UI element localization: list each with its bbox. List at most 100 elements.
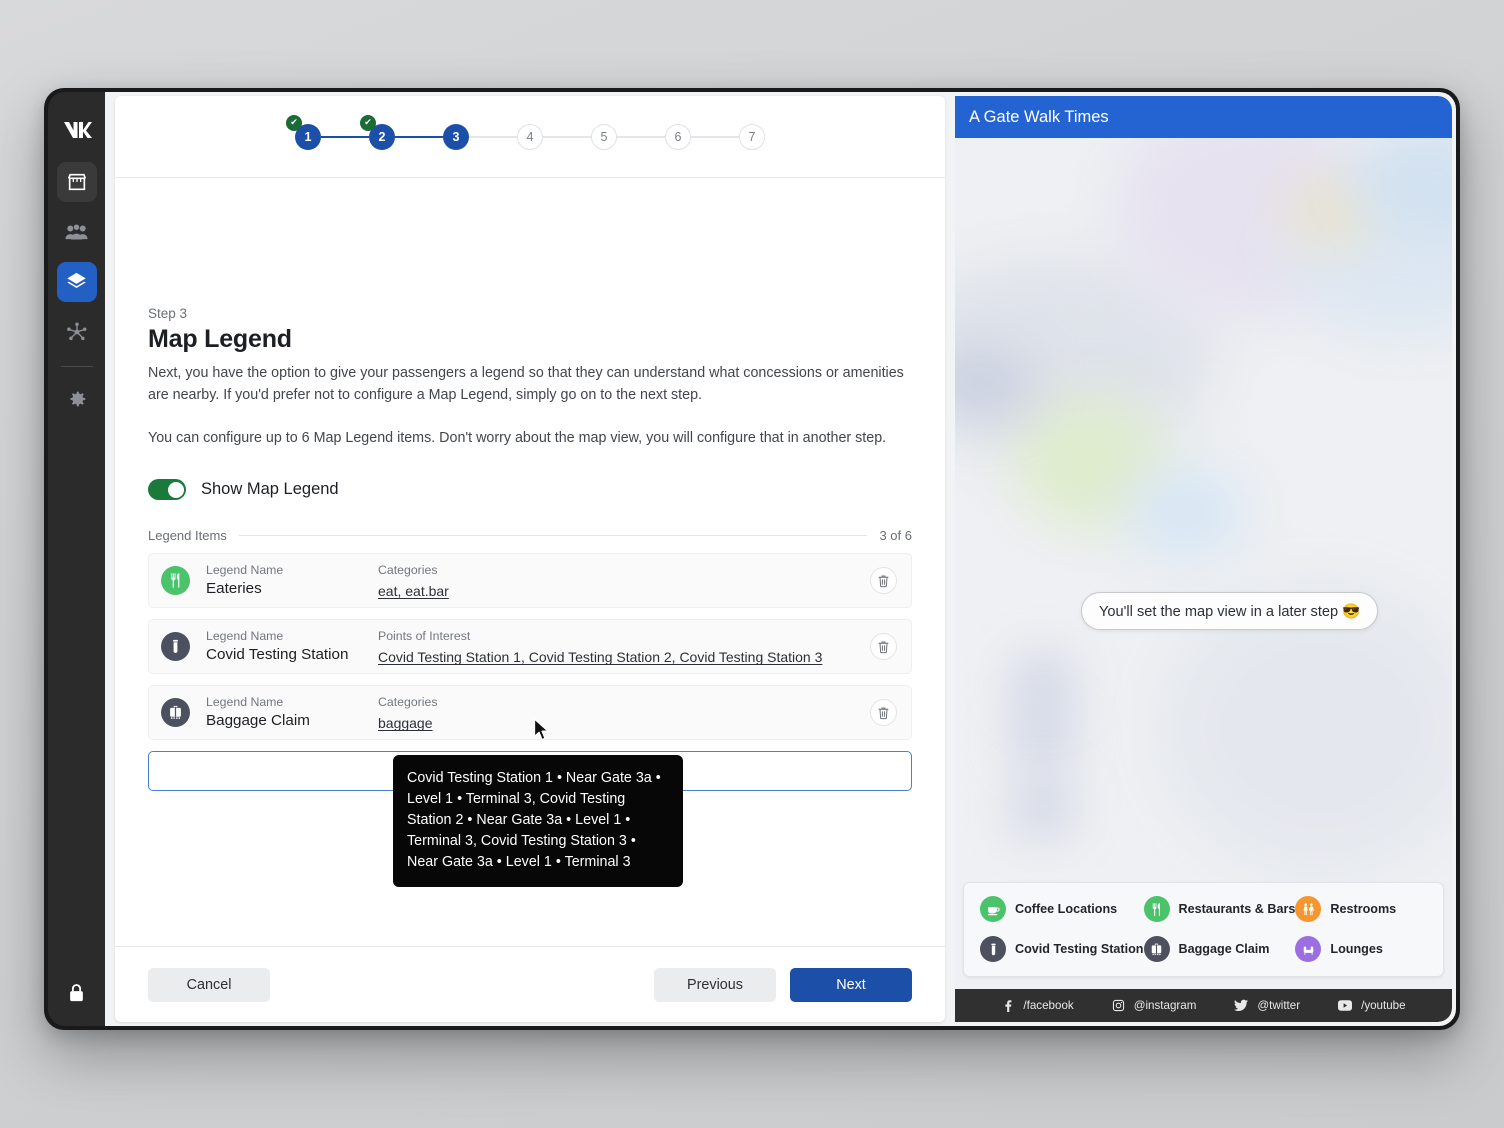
show-map-legend-label: Show Map Legend: [201, 480, 339, 499]
map-preview-panel: A Gate Walk Times You'll set the map vie…: [955, 96, 1452, 1022]
wizard-footer: Cancel Previous Next: [115, 946, 945, 1022]
map-blob: [1015, 713, 1070, 763]
legend-value-link[interactable]: Covid Testing Station 1, Covid Testing S…: [378, 649, 870, 665]
delete-legend-item-button[interactable]: [870, 699, 897, 727]
map-legend-item-label: Lounges: [1330, 942, 1383, 956]
wizard-form-panel: 1 ✔ 2 ✔ 3 4 5 6 7 Step 3 Map Legend Next, you ha…: [115, 96, 945, 1022]
legend-name-column: Legend Name Eateries: [206, 562, 378, 599]
step-connector: [395, 135, 443, 138]
coffee-cup-icon: [980, 896, 1006, 922]
map-legend-item: Lounges: [1295, 936, 1427, 962]
step-complete-check-icon: ✔: [360, 114, 376, 131]
laptop-device-frame: 1 ✔ 2 ✔ 3 4 5 6 7 Step 3 Map Legend Next, you ha…: [44, 88, 1460, 1030]
legend-value-column: Points of Interest Covid Testing Station…: [378, 628, 870, 666]
step-connector: [691, 135, 739, 138]
social-link[interactable]: @instagram: [1112, 999, 1197, 1012]
map-blob: [1015, 658, 1070, 708]
map-view-hint-bubble: You'll set the map view in a later step …: [1081, 592, 1379, 630]
social-link-label: /facebook: [1023, 999, 1074, 1012]
step-5[interactable]: 5: [591, 123, 617, 150]
step-bubble: 7: [739, 123, 765, 150]
map-legend-item-label: Covid Testing Station: [1015, 942, 1144, 956]
app-sidebar-rail: [48, 92, 105, 1026]
legend-items-list: Legend Name Eateries Categories eat, eat…: [148, 553, 912, 741]
legend-name-column: Legend Name Baggage Claim: [206, 694, 378, 731]
map-legend-item: Restaurants & Bars: [1143, 896, 1295, 922]
legend-value-link[interactable]: baggage: [378, 715, 870, 731]
map-legend-item-label: Baggage Claim: [1178, 942, 1270, 956]
next-button[interactable]: Next: [790, 967, 912, 1002]
legend-value-link[interactable]: eat, eat.bar: [378, 583, 870, 599]
legend-item-row: Legend Name Baggage Claim Categories bag…: [148, 685, 912, 741]
sidebar-item-users[interactable]: [57, 212, 97, 252]
show-map-legend-toggle[interactable]: [148, 479, 186, 501]
step-7[interactable]: 7: [739, 123, 765, 150]
delete-legend-item-button[interactable]: [870, 633, 897, 661]
wizard-form-body: Step 3 Map Legend Next, you have the opt…: [115, 178, 945, 946]
map-legend-item: Coffee Locations: [980, 896, 1144, 922]
step-3[interactable]: 3: [443, 123, 469, 150]
legend-name-value: Covid Testing Station: [206, 645, 349, 663]
step-1[interactable]: 1 ✔: [286, 114, 321, 150]
preview-header-title: A Gate Walk Times: [969, 107, 1109, 126]
social-link[interactable]: @twitter: [1234, 999, 1300, 1012]
cutlery-icon: [161, 566, 190, 596]
step-connector: [543, 135, 591, 138]
legend-items-label: Legend Items: [148, 528, 227, 544]
map-legend-item: Covid Testing Station: [980, 936, 1144, 962]
lock-icon[interactable]: [62, 978, 92, 1008]
sidebar-divider: [60, 366, 93, 367]
social-link-label: @twitter: [1257, 999, 1301, 1012]
legend-name-value: Eateries: [206, 579, 262, 597]
covid-test-icon: [161, 632, 190, 662]
map-canvas[interactable]: You'll set the map view in a later step …: [955, 138, 1452, 989]
cancel-button[interactable]: Cancel: [148, 967, 270, 1002]
legend-name-label: Legend Name: [206, 563, 284, 578]
preview-header: A Gate Walk Times: [955, 96, 1452, 138]
legend-items-header: Legend Items 3 of 6: [148, 528, 912, 543]
baggage-icon: [161, 698, 190, 728]
delete-legend-item-button[interactable]: [870, 567, 897, 595]
previous-button[interactable]: Previous: [654, 967, 776, 1002]
step-complete-check-icon: ✔: [286, 114, 302, 131]
legend-item-row: Legend Name Covid Testing Station Points…: [148, 619, 912, 675]
social-link-label: /youtube: [1361, 999, 1406, 1012]
step-bubble: 5: [591, 123, 617, 150]
cutlery-icon: [1143, 896, 1170, 922]
legend-value-label: Categories: [378, 694, 438, 709]
legend-value-column: Categories eat, eat.bar: [378, 562, 870, 600]
step-bubble: 6: [665, 123, 691, 150]
social-link-label: @instagram: [1133, 999, 1197, 1012]
step-2[interactable]: 2 ✔: [360, 114, 395, 150]
step-label: Step 3: [148, 306, 188, 321]
sidebar-item-network[interactable]: [57, 312, 97, 352]
legend-items-count: 3 of 6: [879, 528, 912, 544]
map-legend-item: Restrooms: [1295, 896, 1427, 922]
wizard-stepper: 1 ✔ 2 ✔ 3 4 5 6 7: [115, 96, 945, 178]
step-6[interactable]: 6: [665, 123, 691, 150]
instagram-icon: [1112, 999, 1125, 1012]
points-of-interest-tooltip: Covid Testing Station 1 • Near Gate 3a •…: [393, 755, 683, 888]
facebook-icon: [1001, 999, 1014, 1012]
workspace: 1 ✔ 2 ✔ 3 4 5 6 7 Step 3 Map Legend Next, you ha…: [105, 92, 1456, 1026]
sidebar-item-store[interactable]: [56, 162, 97, 202]
legend-value-label: Points of Interest: [378, 628, 471, 643]
sidebar-item-settings[interactable]: [57, 379, 97, 419]
step-connector: [617, 135, 665, 138]
baggage-icon: [1143, 936, 1170, 962]
social-link[interactable]: /facebook: [1001, 999, 1074, 1012]
page-title: Map Legend: [148, 325, 292, 353]
vk-logo[interactable]: [55, 108, 99, 152]
step-bubble: 3: [443, 123, 469, 150]
legend-item-row: Legend Name Eateries Categories eat, eat…: [148, 553, 912, 609]
intro-paragraph-1: Next, you have the option to give your p…: [148, 365, 904, 403]
armchair-icon: [1295, 936, 1322, 962]
sidebar-item-layers[interactable]: [56, 262, 97, 302]
legend-name-label: Legend Name: [206, 629, 284, 644]
map-legend-panel: Coffee Locations Restaurants & Bars Rest…: [963, 882, 1444, 977]
step-connector: [321, 135, 369, 138]
step-4[interactable]: 4: [517, 123, 543, 150]
map-legend-item: Baggage Claim: [1143, 936, 1296, 962]
social-link[interactable]: /youtube: [1338, 999, 1406, 1012]
legend-name-column: Legend Name Covid Testing Station: [206, 628, 378, 665]
